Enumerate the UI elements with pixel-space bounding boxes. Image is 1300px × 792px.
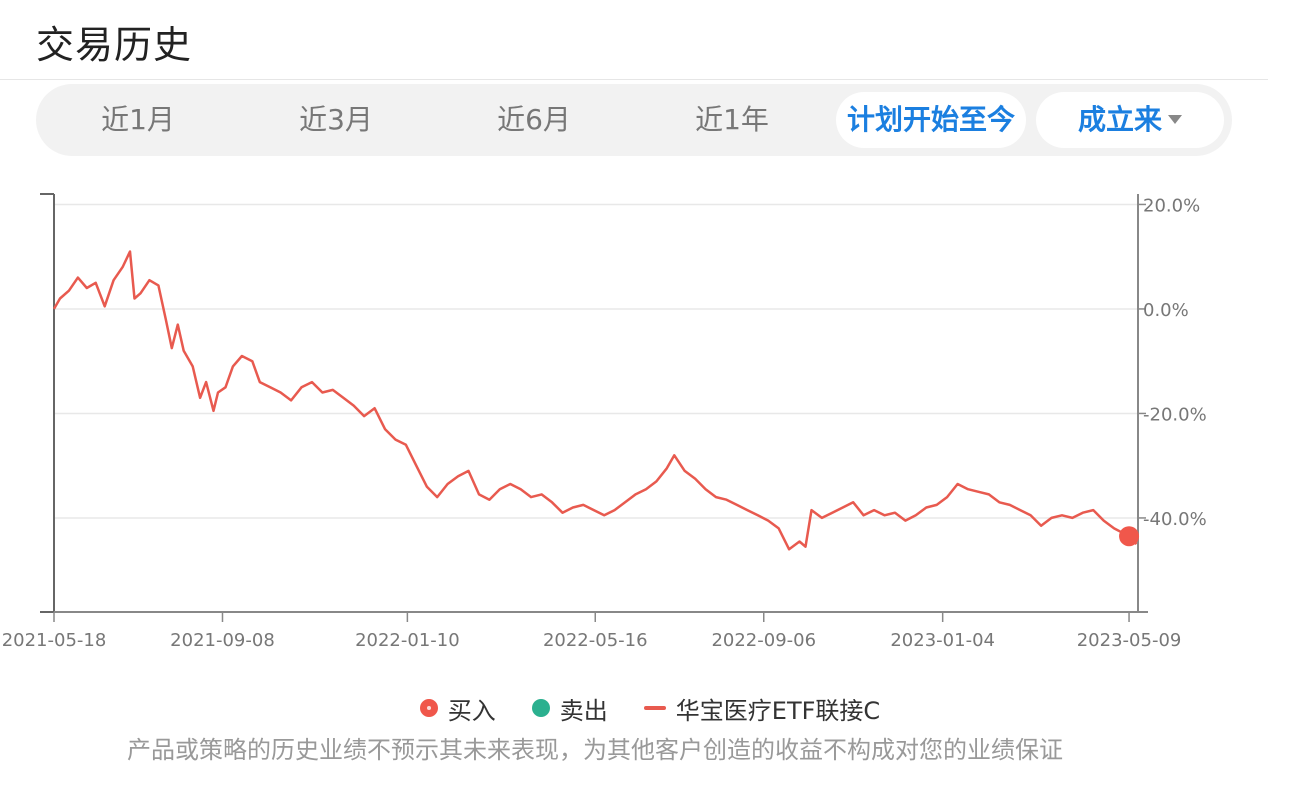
legend-sell[interactable]: 卖出 bbox=[531, 691, 608, 726]
x-tick-label: 2022-09-06 bbox=[711, 630, 816, 651]
tab-6-months[interactable]: 近6月 bbox=[436, 92, 632, 148]
y-tick-label: 20.0% bbox=[1143, 195, 1200, 216]
legend-series-label: 华宝医疗ETF联接C bbox=[675, 696, 881, 725]
series-line bbox=[52, 250, 1138, 551]
y-tick-label: 0.0% bbox=[1143, 300, 1189, 321]
x-tick-label: 2023-01-04 bbox=[890, 630, 995, 651]
legend-buy[interactable]: 买入 bbox=[419, 691, 496, 726]
chart-legend: 买入 卖出 华宝医疗ETF联接C bbox=[0, 688, 1300, 728]
x-tick-label: 2021-05-18 bbox=[2, 630, 107, 651]
buy-marker bbox=[1119, 526, 1140, 547]
period-tabbar: 近1月 近3月 近6月 近1年 计划开始至今 成立来 bbox=[36, 84, 1232, 156]
buy-dot-icon bbox=[419, 699, 438, 717]
caret-down-icon bbox=[1168, 114, 1182, 124]
x-tick-label: 2023-05-09 bbox=[1077, 630, 1182, 651]
legend-sell-label: 卖出 bbox=[559, 696, 608, 725]
tab-since-plan-start[interactable]: 计划开始至今 bbox=[836, 92, 1026, 148]
x-tick-label: 2021-09-08 bbox=[170, 630, 275, 651]
legend-buy-label: 买入 bbox=[447, 696, 496, 725]
series-layer bbox=[52, 250, 1138, 551]
x-tick-label: 2022-05-16 bbox=[543, 630, 648, 651]
marker-layer bbox=[1119, 526, 1140, 547]
legend-series[interactable]: 华宝医疗ETF联接C bbox=[643, 691, 881, 726]
line-swatch-icon bbox=[643, 706, 666, 710]
page-title: 交易历史 bbox=[36, 23, 193, 67]
nav-line-chart: 20.0% 0.0% -20.0% -40.0% 2021-05-18 2021-09-0… bbox=[2, 193, 1207, 651]
tab-1-month[interactable]: 近1月 bbox=[40, 92, 236, 148]
title-divider bbox=[0, 79, 1268, 80]
axis-layer: 20.0% 0.0% -20.0% -40.0% 2021-05-18 2021-09-0… bbox=[2, 193, 1207, 651]
y-tick-label: -40.0% bbox=[1143, 509, 1207, 530]
tab-since-inception-label: 成立来 bbox=[1077, 103, 1162, 136]
tab-3-months[interactable]: 近3月 bbox=[238, 92, 434, 148]
disclaimer-text: 产品或策略的历史业绩不预示其未来表现，为其他客户创造的收益不构成对您的业绩保证 bbox=[127, 736, 1063, 764]
x-tick-label: 2022-01-10 bbox=[355, 630, 460, 651]
sell-dot-icon bbox=[531, 699, 550, 717]
y-tick-label: -20.0% bbox=[1143, 404, 1207, 425]
grid-layer bbox=[54, 203, 1138, 519]
tab-1-year[interactable]: 近1年 bbox=[634, 92, 830, 148]
tab-since-inception[interactable]: 成立来 bbox=[1036, 92, 1224, 148]
